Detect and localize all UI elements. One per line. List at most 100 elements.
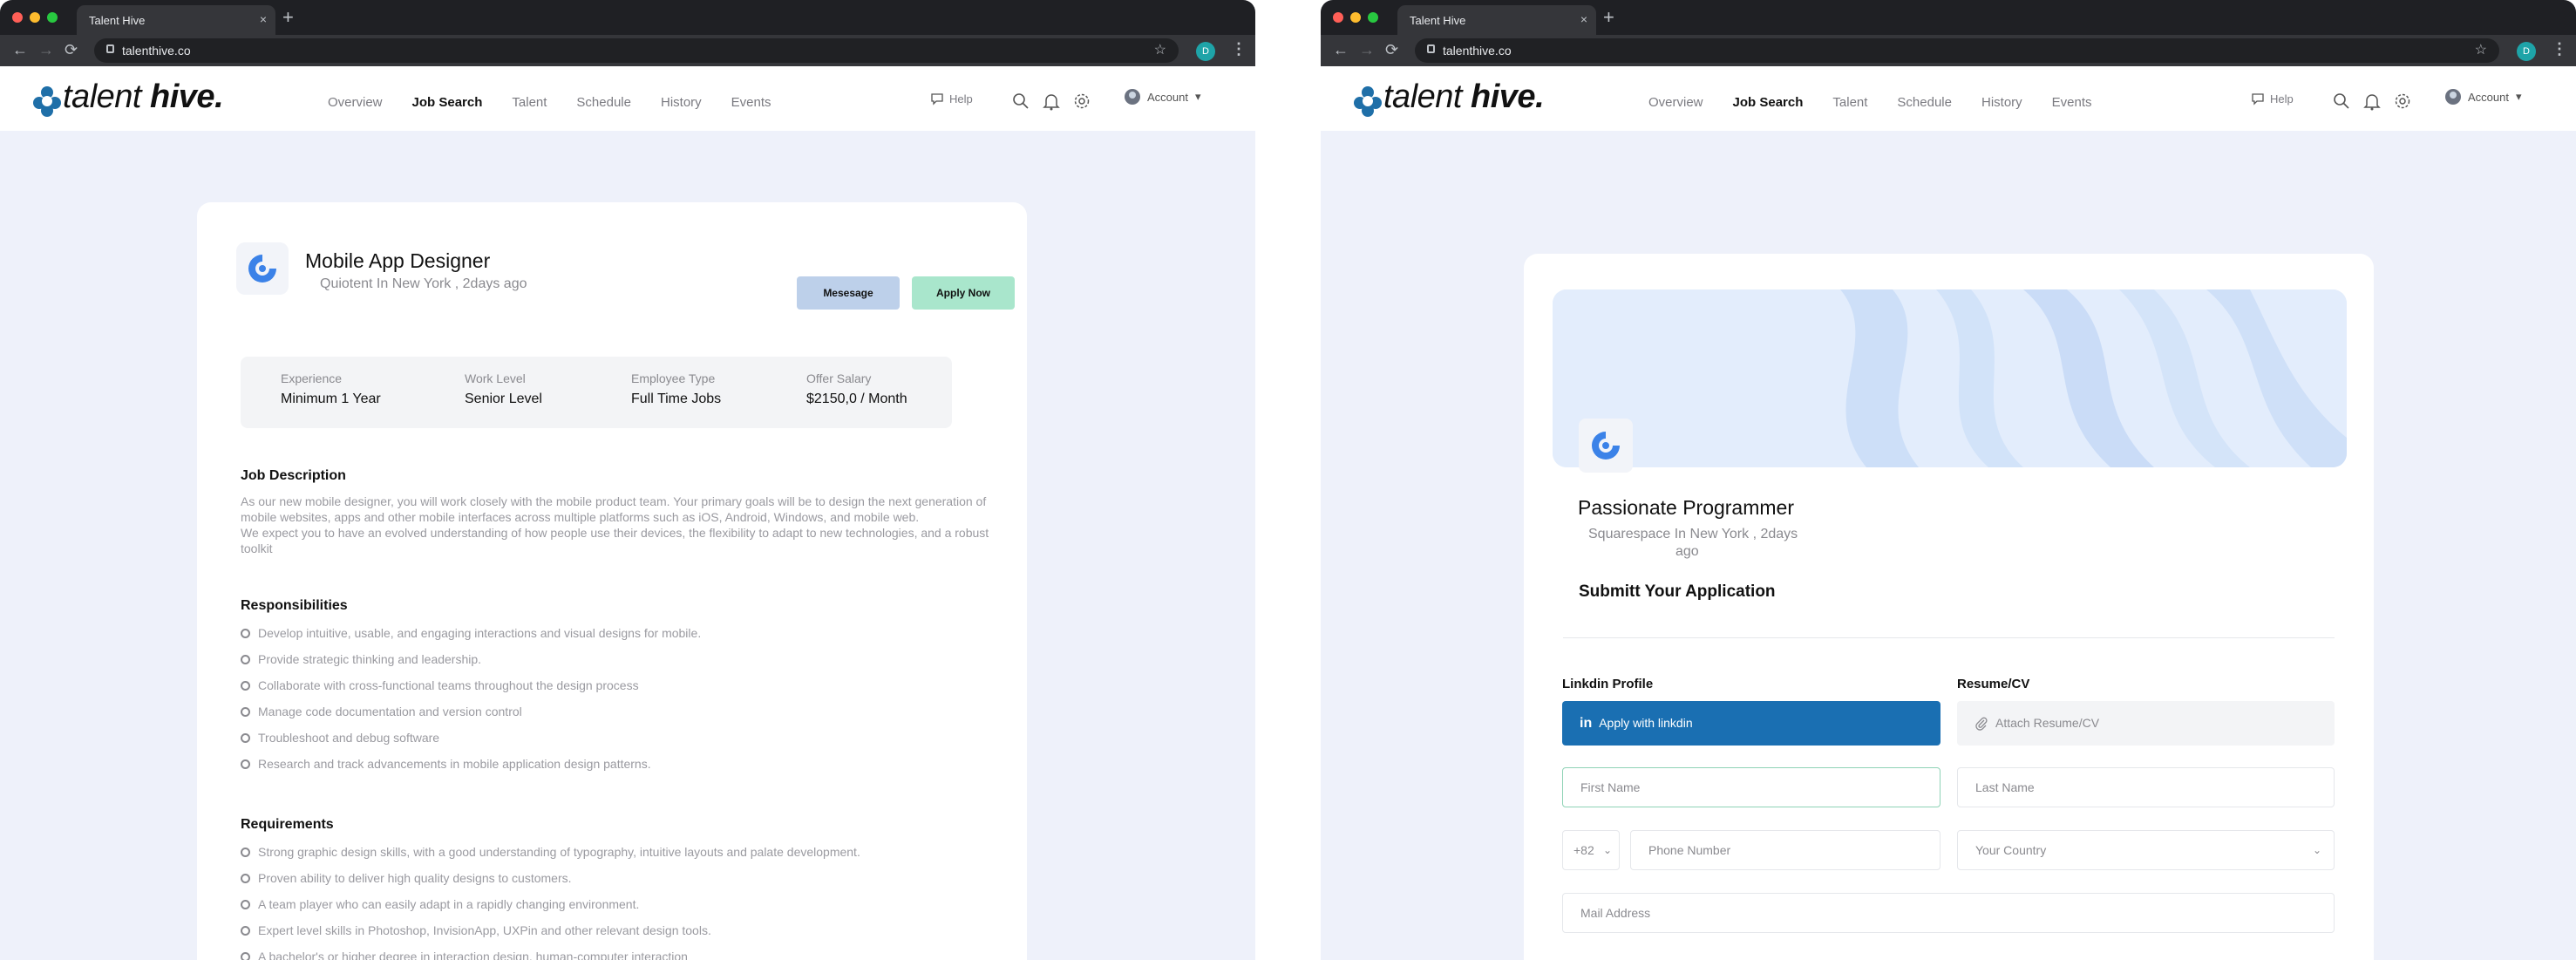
search-icon[interactable]	[1011, 92, 1030, 111]
brand-part-hive: hive.	[1471, 78, 1545, 115]
search-icon[interactable]	[2332, 92, 2351, 111]
close-window-dot[interactable]	[12, 12, 23, 23]
tab-bar: Talent Hive × +	[0, 0, 1255, 35]
bullet-circle-icon	[241, 951, 250, 960]
gear-icon[interactable]	[2393, 92, 2412, 111]
nav-schedule[interactable]: Schedule	[576, 95, 631, 110]
gear-icon[interactable]	[1072, 92, 1091, 111]
profile-avatar[interactable]: D	[1196, 42, 1215, 61]
browser-menu-icon[interactable]: ⋮	[2552, 40, 2567, 58]
nav-talent[interactable]: Talent	[1832, 95, 1867, 110]
list-item-text: A team player who can easily adapt in a …	[258, 897, 640, 911]
forward-icon[interactable]: →	[38, 41, 54, 58]
browser-menu-icon[interactable]: ⋮	[1231, 40, 1247, 58]
chevron-down-icon: ⌄	[1602, 844, 1612, 856]
stat-label: Employee Type	[631, 371, 716, 385]
talent-hive-logo-icon[interactable]	[1350, 84, 1385, 119]
nav-talent[interactable]: Talent	[512, 95, 547, 110]
message-button[interactable]: Mesesage	[797, 276, 900, 310]
maximize-window-dot[interactable]	[1368, 12, 1378, 23]
minimize-window-dot[interactable]	[30, 12, 40, 23]
stat-value: Full Time Jobs	[631, 391, 722, 406]
bullet-circle-icon	[241, 680, 250, 691]
help-label: Help	[2270, 92, 2294, 106]
job-stats-panel: Experience Minimum 1 Year Work Level Sen…	[241, 357, 952, 428]
apply-with-linkedin-button[interactable]: in Apply with linkdin	[1562, 701, 1940, 746]
nav-events[interactable]: Events	[2052, 95, 2092, 110]
bullet-circle-icon	[241, 847, 250, 857]
browser-tab[interactable]: Talent Hive ×	[77, 5, 275, 35]
list-item-text: Manage code documentation and version co…	[258, 705, 522, 718]
list-item-text: Provide strategic thinking and leadershi…	[258, 652, 482, 666]
account-menu[interactable]: Account ▾	[2445, 89, 2522, 105]
close-window-dot[interactable]	[1333, 12, 1343, 23]
nav-events[interactable]: Events	[731, 95, 771, 110]
responsibilities-list: Develop intuitive, usable, and engaging …	[241, 620, 701, 777]
linkedin-profile-label: Linkdin Profile	[1562, 677, 1654, 691]
new-tab-button[interactable]: +	[1603, 5, 1614, 30]
maximize-window-dot[interactable]	[47, 12, 58, 23]
list-item: Strong graphic design skills, with a goo…	[241, 839, 860, 865]
requirements-list: Strong graphic design skills, with a goo…	[241, 839, 860, 960]
job-description-text: As our new mobile designer, you will wor…	[241, 494, 990, 556]
reload-icon[interactable]: ⟳	[65, 41, 78, 58]
bell-icon[interactable]	[1042, 92, 1061, 111]
brand-part-hive: hive.	[150, 78, 224, 115]
browser-tab[interactable]: Talent Hive ×	[1397, 5, 1596, 35]
attach-resume-field[interactable]: Attach Resume/CV	[1957, 701, 2335, 746]
nav-job-search[interactable]: Job Search	[412, 95, 483, 110]
brand-name[interactable]: talent hive.	[1383, 78, 1545, 116]
profile-avatar[interactable]: D	[2517, 42, 2536, 61]
list-item-text: A bachelor's or higher degree in interac…	[258, 950, 688, 960]
list-item: Provide strategic thinking and leadershi…	[241, 646, 701, 672]
tab-close-icon[interactable]: ×	[260, 12, 267, 26]
mail-address-input[interactable]: Mail Address	[1562, 893, 2335, 933]
tab-title: Talent Hive	[89, 14, 146, 27]
bullet-circle-icon	[241, 925, 250, 936]
new-tab-button[interactable]: +	[282, 5, 294, 30]
account-menu[interactable]: Account ▾	[1125, 89, 1201, 105]
bullet-circle-icon	[241, 654, 250, 664]
address-bar[interactable]: talenthive.co ☆	[94, 38, 1179, 63]
bookmark-star-icon[interactable]: ☆	[2475, 41, 2487, 58]
bell-icon[interactable]	[2362, 92, 2382, 111]
nav-job-search[interactable]: Job Search	[1733, 95, 1804, 110]
apply-now-button[interactable]: Apply Now	[912, 276, 1015, 310]
main-nav: Overview Job Search Talent Schedule Hist…	[328, 95, 771, 110]
brand-name[interactable]: talent hive.	[63, 78, 224, 116]
submit-application-heading: Submitt Your Application	[1579, 582, 1776, 601]
nav-schedule[interactable]: Schedule	[1897, 95, 1952, 110]
list-item: Troubleshoot and debug software	[241, 725, 701, 751]
reload-icon[interactable]: ⟳	[1385, 41, 1398, 58]
nav-overview[interactable]: Overview	[1648, 95, 1703, 110]
address-bar[interactable]: talenthive.co ☆	[1415, 38, 2499, 63]
minimize-window-dot[interactable]	[1350, 12, 1361, 23]
back-icon[interactable]: ←	[1333, 41, 1349, 58]
phone-number-input[interactable]: Phone Number	[1630, 830, 1940, 870]
list-item: Collaborate with cross-functional teams …	[241, 672, 701, 698]
account-label: Account	[2468, 90, 2509, 104]
nav-history[interactable]: History	[1981, 95, 2022, 110]
first-name-input[interactable]: First Name	[1562, 767, 1940, 807]
job-title: Mobile App Designer	[305, 249, 491, 272]
brand-part-talent: talent	[1383, 78, 1472, 115]
help-link[interactable]: Help	[930, 92, 973, 106]
bookmark-star-icon[interactable]: ☆	[1154, 41, 1166, 58]
list-item: A team player who can easily adapt in a …	[241, 891, 860, 917]
talent-hive-logo-icon[interactable]	[30, 84, 65, 119]
lock-icon	[1427, 44, 1435, 53]
help-link[interactable]: Help	[2251, 92, 2294, 106]
back-icon[interactable]: ←	[12, 41, 28, 58]
country-placeholder: Your Country	[1975, 843, 2047, 857]
attach-resume-placeholder: Attach Resume/CV	[1995, 716, 2100, 730]
nav-history[interactable]: History	[661, 95, 702, 110]
company-logo	[1579, 419, 1633, 473]
country-code-select[interactable]: +82 ⌄	[1562, 830, 1620, 870]
tab-close-icon[interactable]: ×	[1580, 12, 1587, 26]
forward-icon[interactable]: →	[1359, 41, 1375, 58]
description-line: As our new mobile designer, you will wor…	[241, 494, 987, 508]
last-name-input[interactable]: Last Name	[1957, 767, 2335, 807]
list-item-text: Troubleshoot and debug software	[258, 731, 440, 745]
nav-overview[interactable]: Overview	[328, 95, 383, 110]
country-select[interactable]: Your Country ⌄	[1957, 830, 2335, 870]
